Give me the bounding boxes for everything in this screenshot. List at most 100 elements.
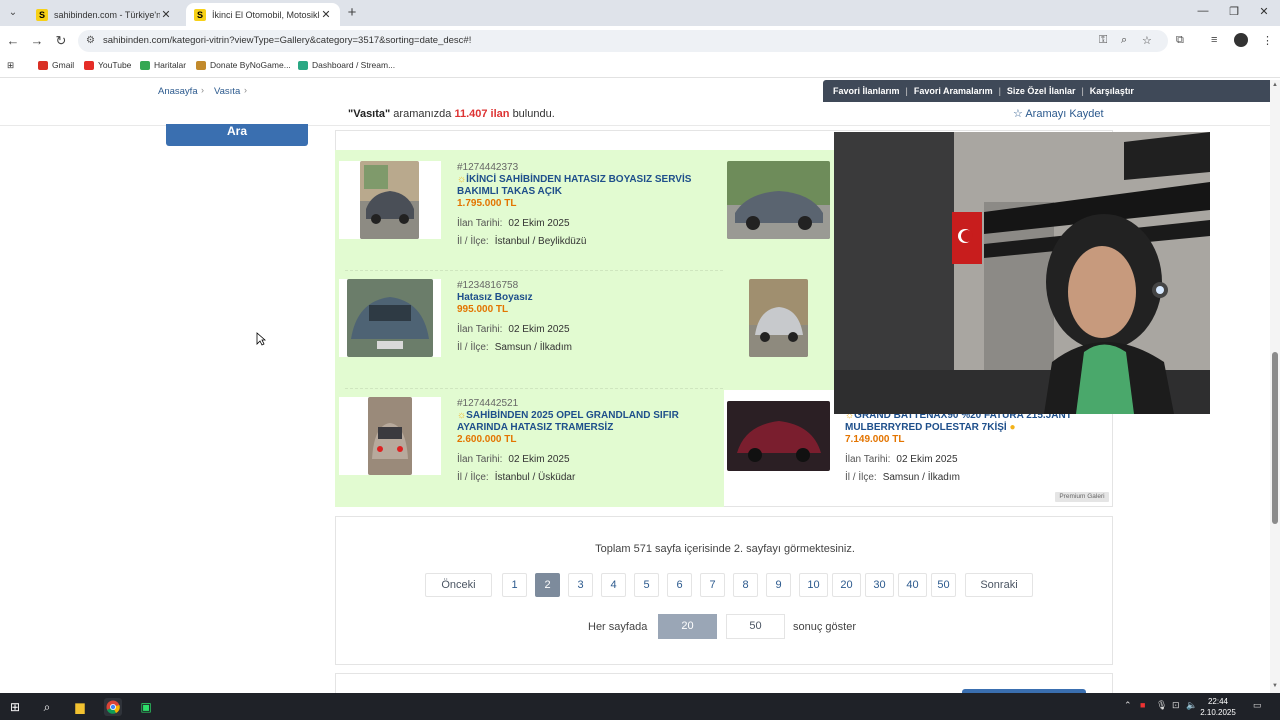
breadcrumb-separator: › bbox=[244, 85, 247, 95]
microphone-icon[interactable]: 🎙 bbox=[1156, 700, 1167, 711]
mouse-cursor-icon bbox=[256, 332, 266, 346]
bookmark-gmail[interactable]: Gmail bbox=[38, 60, 74, 70]
favorite-searches-link[interactable]: Favori Aramalarım bbox=[914, 86, 993, 96]
special-listings-link[interactable]: Size Özel İlanlar bbox=[1007, 86, 1076, 96]
next-page-button[interactable]: Sonraki bbox=[965, 573, 1033, 597]
ad-number: #1274442373 bbox=[457, 162, 519, 173]
per-page-20-button[interactable]: 20 bbox=[658, 614, 717, 639]
youtube-icon bbox=[84, 60, 94, 70]
windows-start-icon[interactable]: ⊞ bbox=[6, 698, 24, 716]
apps-grid-icon[interactable]: ⊞ bbox=[7, 60, 14, 71]
reload-icon[interactable]: ↻ bbox=[53, 33, 69, 49]
app-icon[interactable]: ▣ bbox=[137, 698, 155, 716]
taskbar-clock[interactable]: 22:44 2.10.2025 bbox=[1196, 696, 1240, 718]
menu-dots-icon[interactable]: ⋮ bbox=[1262, 34, 1273, 47]
scroll-up-icon[interactable]: ▲ bbox=[1271, 82, 1279, 88]
scrollbar-thumb[interactable] bbox=[1272, 352, 1278, 524]
page-button[interactable]: 1 bbox=[502, 573, 527, 597]
page-button[interactable]: 2 bbox=[535, 573, 560, 597]
profile-avatar[interactable] bbox=[1234, 33, 1248, 47]
browser-tab-active[interactable]: S İkinci El Otomobil, Motosiklet V ✕ bbox=[186, 3, 340, 26]
ad-title-link[interactable]: ☼İKİNCİ SAHİBİNDEN HATASIZ BOYASIZ SERVİ… bbox=[457, 174, 707, 198]
favorite-listings-link[interactable]: Favori İlanlarım bbox=[833, 86, 900, 96]
page-button[interactable]: 9 bbox=[766, 573, 791, 597]
restore-icon[interactable]: ❐ bbox=[1227, 5, 1241, 18]
forward-icon[interactable]: → bbox=[29, 33, 45, 49]
zoom-icon[interactable]: ⌕ bbox=[1121, 34, 1127, 47]
save-search-link[interactable]: ☆ Aramayı Kaydet bbox=[1013, 107, 1104, 120]
search-icon[interactable]: ⌕ bbox=[38, 698, 56, 716]
tray-expand-icon[interactable]: ⌃ bbox=[1124, 700, 1132, 711]
media-icon[interactable]: ≡ bbox=[1211, 34, 1217, 46]
page-button[interactable]: 40 bbox=[898, 573, 927, 597]
car-thumbnail[interactable] bbox=[347, 279, 433, 357]
windows-taskbar: ⊞ ⌕ ▆ ▣ ⌃ ■ 🎙 ⊡ 🔈 22:44 2.10.2025 ▭ bbox=[0, 693, 1280, 720]
minimize-icon[interactable]: — bbox=[1196, 5, 1210, 17]
sun-icon: ☼ bbox=[457, 174, 467, 185]
close-tab-icon[interactable]: ✕ bbox=[320, 8, 332, 21]
page-button[interactable]: 3 bbox=[568, 573, 593, 597]
page-button[interactable]: 6 bbox=[667, 573, 692, 597]
tab-search-icon[interactable]: ⌄ bbox=[4, 4, 22, 22]
compare-link[interactable]: Karşılaştır bbox=[1090, 86, 1134, 96]
donate-icon bbox=[196, 60, 206, 70]
scroll-down-icon[interactable]: ▼ bbox=[1271, 683, 1279, 689]
previous-page-button[interactable]: Önceki bbox=[425, 573, 492, 597]
chrome-icon[interactable] bbox=[104, 698, 122, 716]
page-button[interactable]: 7 bbox=[700, 573, 725, 597]
page-button[interactable]: 50 bbox=[931, 573, 956, 597]
car-thumbnail[interactable] bbox=[727, 161, 830, 239]
bookmark-donate[interactable]: Donate ByNoGame... bbox=[196, 60, 291, 70]
maps-icon bbox=[140, 60, 150, 70]
ad-number: #1234816758 bbox=[457, 280, 519, 291]
breadcrumb-vasita[interactable]: Vasıta bbox=[214, 86, 240, 97]
page-button[interactable]: 5 bbox=[634, 573, 659, 597]
page-button[interactable]: 8 bbox=[733, 573, 758, 597]
browser-tab[interactable]: S sahibinden.com - Türkiye'nin O ✕ bbox=[28, 3, 180, 26]
ad-price: 995.000 TL bbox=[457, 304, 509, 315]
network-icon[interactable]: ⊡ bbox=[1172, 700, 1180, 711]
close-tab-icon[interactable]: ✕ bbox=[160, 8, 172, 21]
per-page-50-button[interactable]: 50 bbox=[726, 614, 785, 639]
site-info-icon[interactable]: ⚙ bbox=[86, 35, 95, 46]
star-icon: ☆ bbox=[1013, 108, 1023, 120]
page-button[interactable]: 4 bbox=[601, 573, 626, 597]
breadcrumb-home[interactable]: Anasayfa bbox=[158, 86, 198, 97]
close-window-icon[interactable]: ✕ bbox=[1257, 5, 1271, 18]
ad-date: İlan Tarihi: 02 Ekim 2025 bbox=[845, 454, 958, 465]
ad-location: İl / İlçe: Samsun / İlkadım bbox=[457, 342, 572, 353]
bookmark-star-icon[interactable]: ☆ bbox=[1142, 34, 1152, 47]
car-thumbnail[interactable] bbox=[727, 401, 830, 471]
ad-title-link[interactable]: Hatasız Boyasız bbox=[457, 292, 707, 304]
results-count: 11.407 ilan bbox=[454, 108, 510, 120]
back-icon[interactable]: ← bbox=[5, 33, 21, 49]
flame-icon: ● bbox=[1006, 422, 1016, 433]
ad-date: İlan Tarihi: 02 Ekim 2025 bbox=[457, 218, 570, 229]
webcam-overlay bbox=[834, 132, 1210, 414]
bookmark-maps[interactable]: Haritalar bbox=[140, 60, 186, 70]
ad-title-link[interactable]: ☼SAHİBİNDEN 2025 OPEL GRANDLAND SIFIR AY… bbox=[457, 410, 707, 434]
notification-icon[interactable]: ▭ bbox=[1253, 700, 1262, 711]
tray-app-icon[interactable]: ■ bbox=[1140, 700, 1145, 710]
new-tab-icon[interactable]: + bbox=[344, 4, 360, 21]
user-links-bar: Favori İlanlarım | Favori Aramalarım | Siz… bbox=[823, 80, 1270, 102]
bookmark-dashboard[interactable]: Dashboard / Stream... bbox=[298, 60, 395, 70]
page-button[interactable]: 20 bbox=[832, 573, 861, 597]
results-summary-bar: "Vasıta" aramanızda 11.407 ilan bulundu.… bbox=[0, 102, 1270, 126]
page-button[interactable]: 30 bbox=[865, 573, 894, 597]
extensions-icon[interactable]: ⧉ bbox=[1176, 34, 1184, 47]
premium-gallery-badge: Premium Galeri bbox=[1055, 492, 1109, 502]
page-button[interactable]: 10 bbox=[799, 573, 828, 597]
tab-title: İkinci El Otomobil, Motosiklet V bbox=[212, 9, 320, 20]
password-key-icon[interactable]: ⚿ bbox=[1099, 34, 1107, 47]
file-explorer-icon[interactable]: ▆ bbox=[71, 698, 89, 716]
gmail-icon bbox=[38, 60, 48, 70]
car-thumbnail[interactable] bbox=[749, 279, 808, 357]
car-thumbnail[interactable] bbox=[368, 397, 412, 475]
pagination-panel: Toplam 571 sayfa içerisinde 2. sayfayı g… bbox=[335, 516, 1113, 665]
car-thumbnail[interactable] bbox=[360, 161, 419, 239]
ad-number: #1274442521 bbox=[457, 398, 519, 409]
search-button[interactable]: Ara bbox=[166, 124, 308, 146]
address-bar[interactable]: ⚙ sahibinden.com/kategori-vitrin?viewTyp… bbox=[78, 30, 1168, 52]
bookmark-youtube[interactable]: YouTube bbox=[84, 60, 131, 70]
